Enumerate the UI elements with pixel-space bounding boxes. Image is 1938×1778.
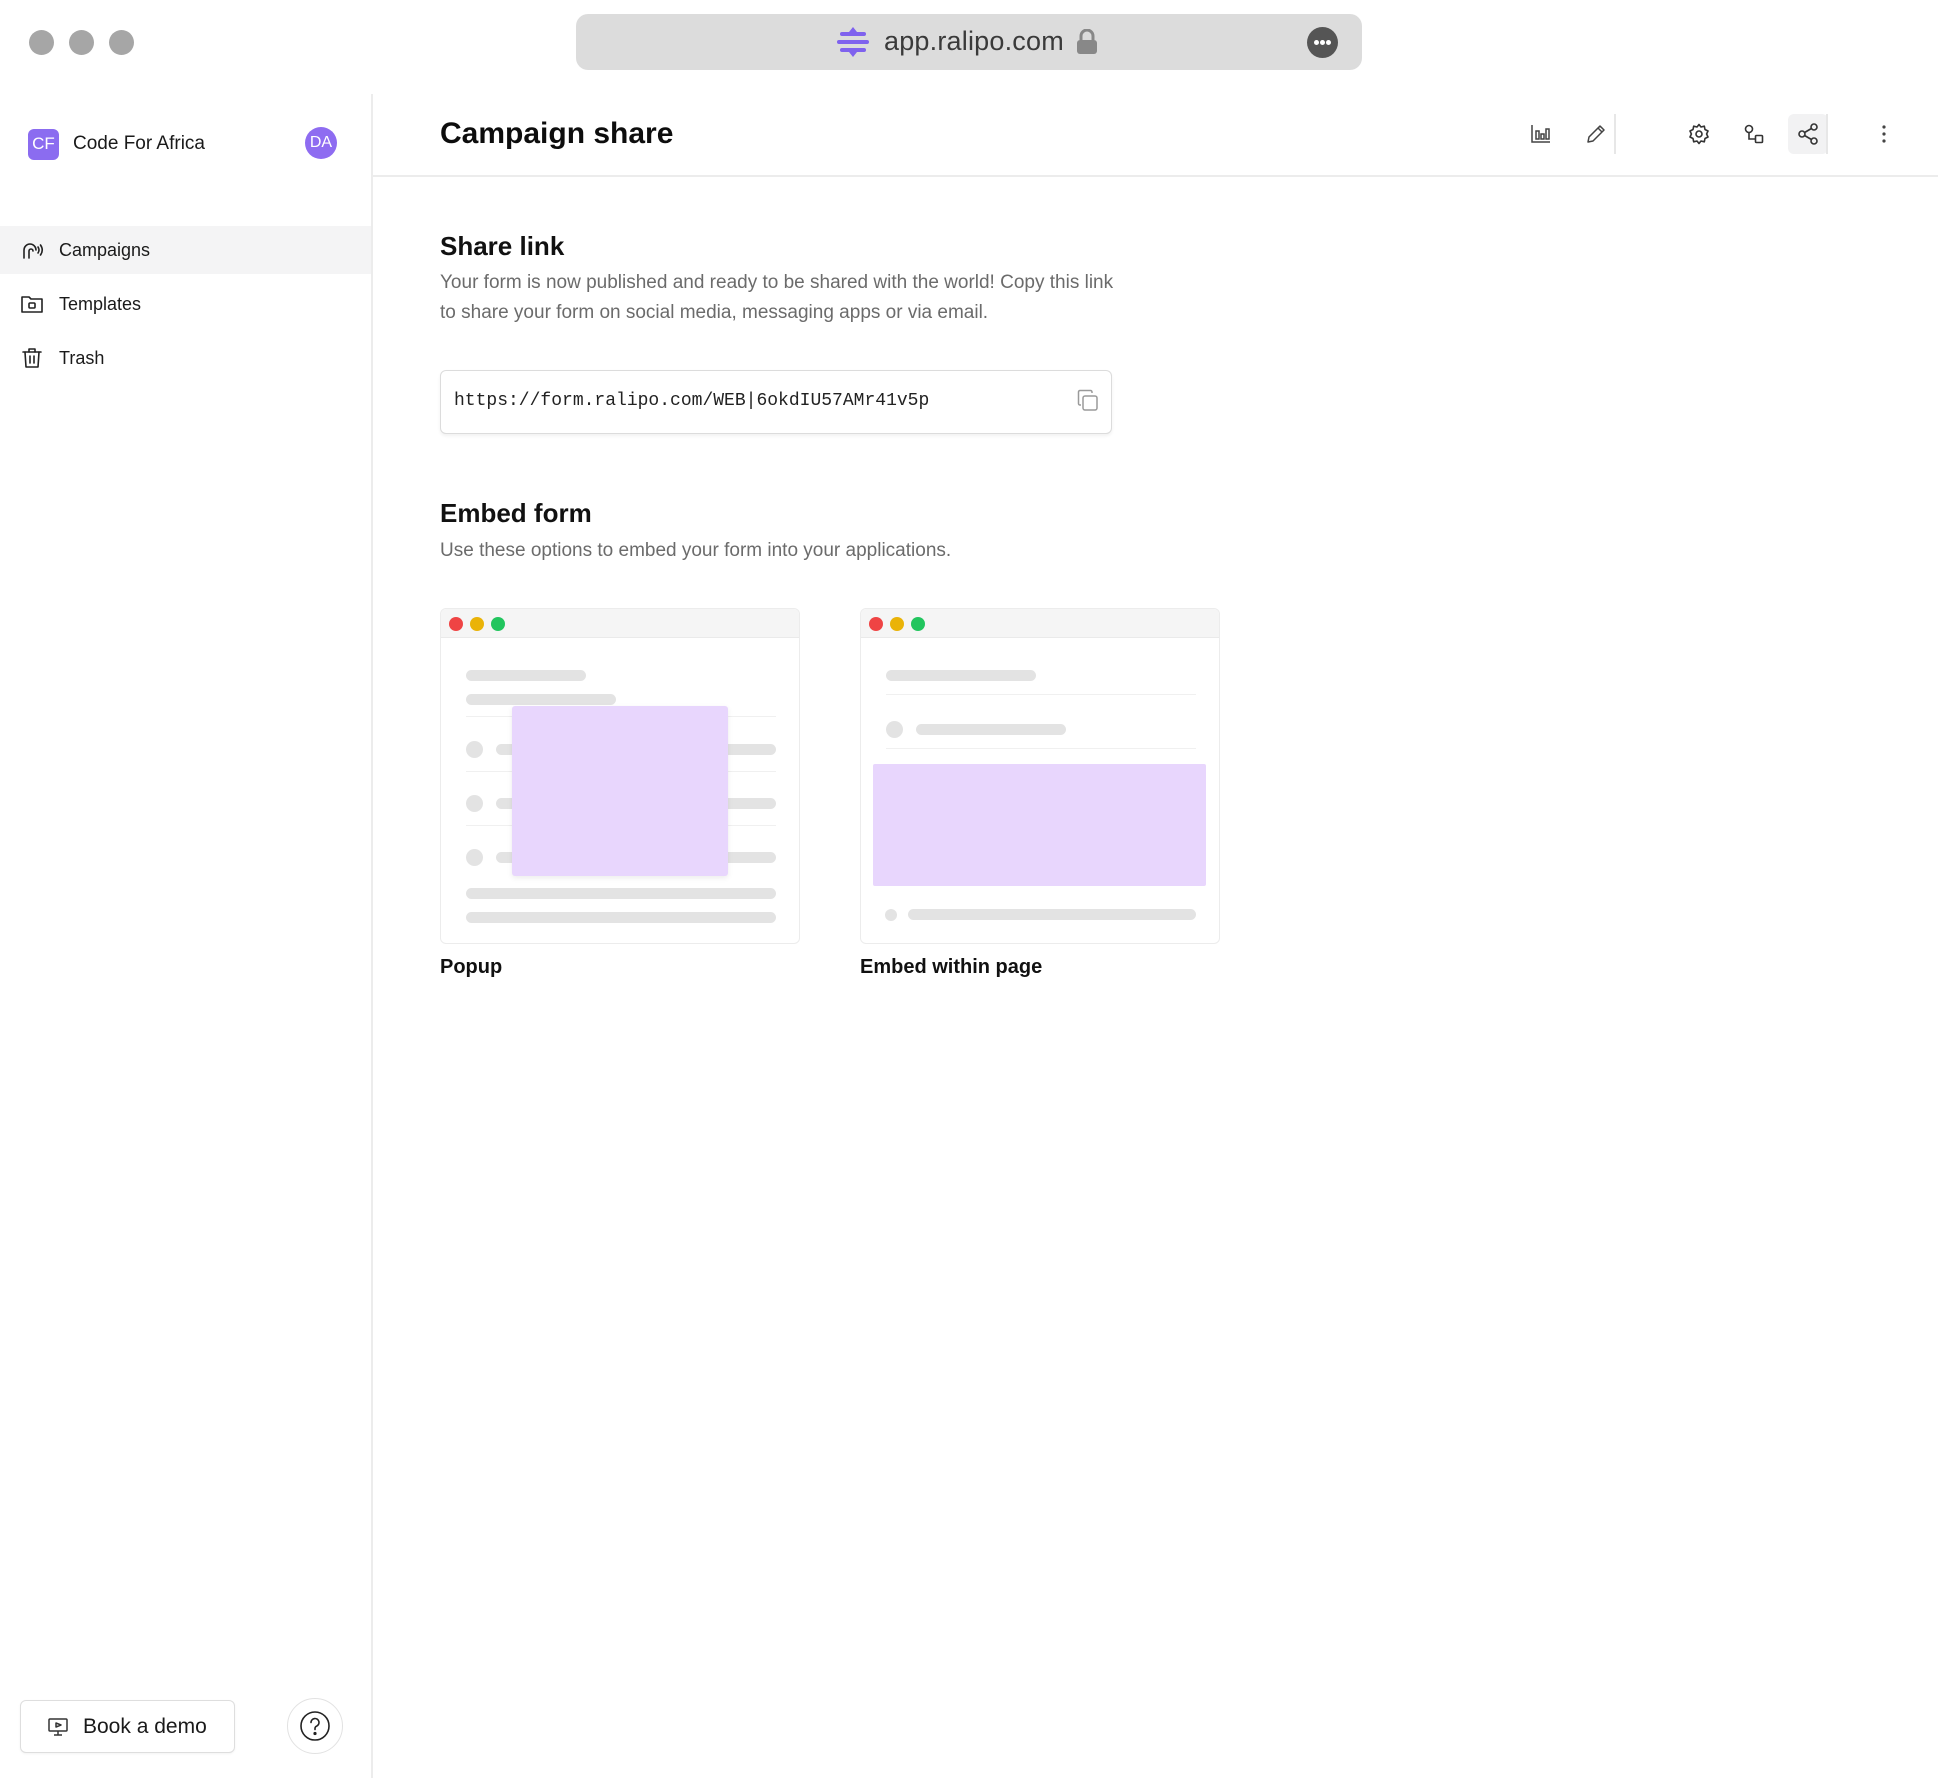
copy-icon[interactable] — [1075, 388, 1101, 414]
share-link-url[interactable]: https://form.ralipo.com/WEB|6okdIU57AMr4… — [454, 391, 929, 411]
book-demo-button[interactable]: Book a demo — [20, 1700, 235, 1753]
presentation-icon — [48, 1717, 68, 1736]
user-avatar[interactable]: DA — [305, 127, 337, 159]
share-link-title: Share link — [440, 231, 565, 261]
settings-button[interactable] — [1679, 114, 1719, 154]
page-title: Campaign share — [440, 117, 674, 150]
edit-button[interactable] — [1576, 114, 1616, 154]
org-badge: CF — [28, 128, 59, 160]
share-link-field[interactable]: https://form.ralipo.com/WEB|6okdIU57AMr4… — [440, 370, 1112, 434]
toolbar-divider — [1826, 114, 1828, 154]
book-demo-label: Book a demo — [83, 1714, 207, 1738]
sidebar-item-trash[interactable]: Trash — [0, 334, 371, 382]
more-vertical-icon — [1882, 125, 1886, 143]
trash-icon — [22, 348, 42, 368]
embed-within-page-label: Embed within page — [860, 956, 1043, 978]
sidebar-nav: Campaigns Templates Trash — [0, 226, 371, 388]
browser-chrome: app.ralipo.com — [0, 0, 1938, 94]
page-actions-button[interactable] — [1307, 27, 1338, 58]
sidebar: CF Code For Africa DA Campaigns Template… — [0, 94, 373, 1778]
page-header: Campaign share — [373, 94, 1938, 177]
help-icon — [300, 1711, 330, 1741]
popup-label: Popup — [440, 956, 503, 978]
settings-icon — [1689, 123, 1709, 145]
window-minimize-button[interactable] — [69, 30, 94, 55]
sidebar-item-label: Campaigns — [59, 239, 151, 260]
popup-preview-box — [512, 706, 728, 876]
window-zoom-button[interactable] — [109, 30, 134, 55]
embed-option-popup[interactable] — [440, 608, 800, 944]
embed-form-title: Embed form — [440, 498, 592, 528]
url-text[interactable]: app.ralipo.com — [884, 26, 1064, 57]
share-link-description: Your form is now published and ready to … — [440, 272, 1114, 323]
analytics-button[interactable] — [1521, 114, 1561, 154]
org-name: Code For Africa — [73, 133, 205, 154]
ralipo-logo-icon — [837, 27, 869, 57]
embed-form-description: Use these options to embed your form int… — [440, 540, 952, 561]
sidebar-item-templates[interactable]: Templates — [0, 280, 371, 328]
analytics-icon — [1531, 125, 1550, 143]
campaigns-icon — [23, 243, 44, 259]
sidebar-item-label: Templates — [59, 293, 142, 314]
more-options-button[interactable] — [1864, 114, 1904, 154]
address-bar[interactable]: app.ralipo.com — [576, 14, 1362, 70]
embed-option-inline[interactable] — [860, 608, 1220, 944]
edit-icon — [1587, 125, 1605, 143]
sidebar-item-campaigns[interactable]: Campaigns — [0, 226, 371, 274]
share-icon — [1798, 123, 1818, 145]
help-button[interactable] — [287, 1698, 343, 1754]
window-close-button[interactable] — [29, 30, 54, 55]
integrations-icon — [1744, 124, 1764, 144]
lock-icon — [1077, 29, 1097, 54]
sidebar-item-label: Trash — [59, 347, 105, 368]
preview-window-bar — [441, 609, 799, 638]
integrations-button[interactable] — [1734, 114, 1774, 154]
templates-folder-icon — [21, 296, 43, 313]
organization-switcher[interactable]: CF Code For Africa — [28, 128, 205, 160]
main-content: Campaign share Share link Your form is n… — [373, 94, 1938, 1778]
inline-preview-box — [873, 764, 1206, 886]
preview-window-bar — [861, 609, 1219, 638]
toolbar-divider — [1614, 114, 1616, 154]
share-button[interactable] — [1788, 114, 1828, 154]
